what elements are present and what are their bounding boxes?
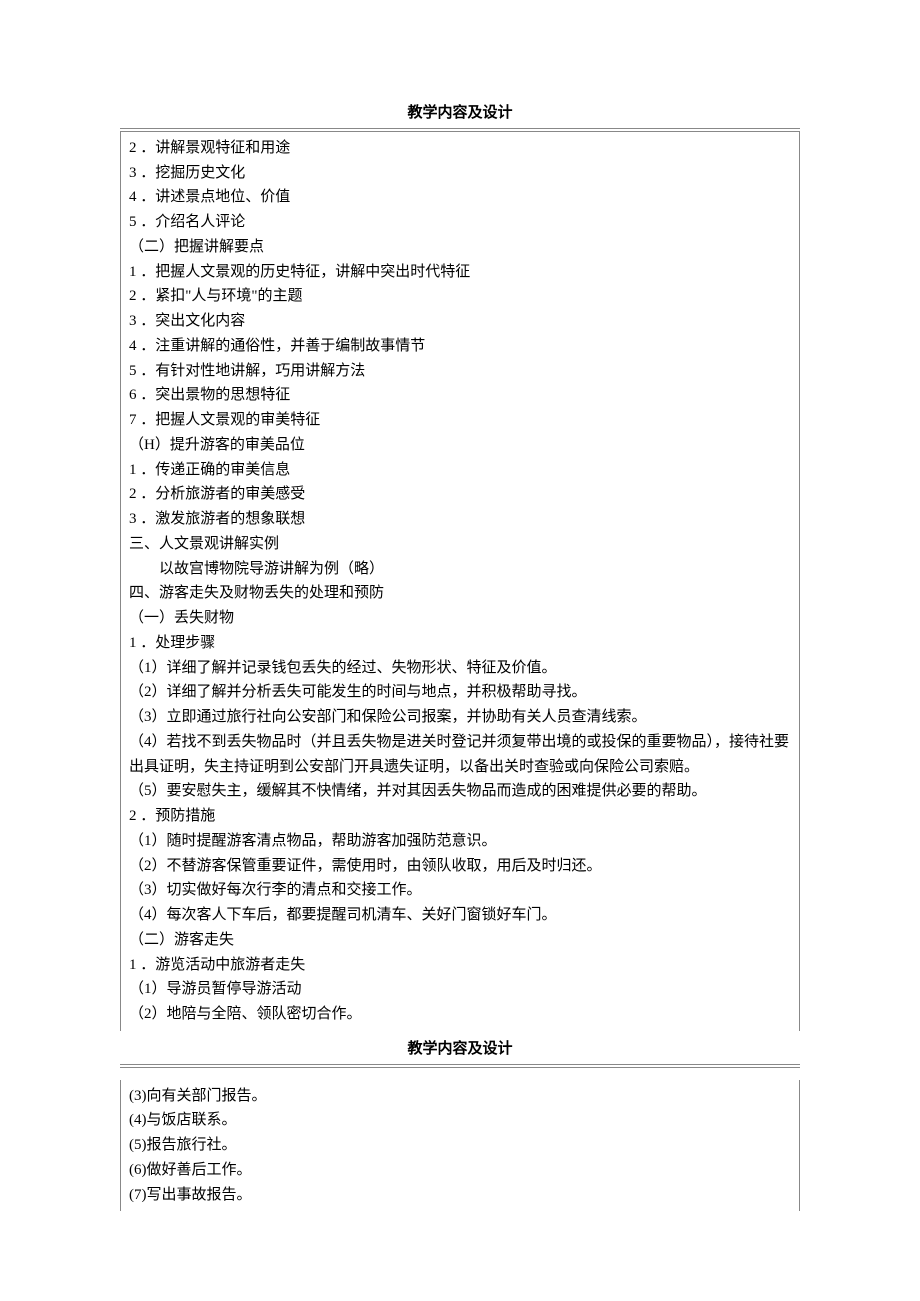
- text-line: （二）游客走失: [129, 928, 791, 953]
- text-line: 四、游客走失及财物丢失的处理和预防: [129, 581, 791, 606]
- content-box-1: 2 ．讲解景观特征和用途3 ．挖掘历史文化4 ．讲述景点地位、价值5 ．介绍名人…: [120, 132, 800, 1031]
- text-line: 以故宫博物院导游讲解为例（略）: [129, 557, 791, 582]
- text-line: 6 ．突出景物的思想特征: [129, 383, 791, 408]
- text-line: （H）提升游客的审美品位: [129, 433, 791, 458]
- text-line: 1 ．游览活动中旅游者走失: [129, 953, 791, 978]
- text-line: 3 ．挖掘历史文化: [129, 161, 791, 186]
- text-line: 1 ．处理步骤: [129, 631, 791, 656]
- text-line: (5)报告旅行社。: [129, 1133, 791, 1158]
- text-line: （3）立即通过旅行社向公安部门和保险公司报案，并协助有关人员查清线索。: [129, 705, 791, 730]
- text-line: 2 ．分析旅游者的审美感受: [129, 482, 791, 507]
- text-line: (7)写出事故报告。: [129, 1183, 791, 1208]
- section-title-2: 教学内容及设计: [120, 1037, 800, 1062]
- text-line: 3 ．突出文化内容: [129, 309, 791, 334]
- text-line: （5）要安慰失主，缓解其不快情绪，并对其因丢失物品而造成的困难提供必要的帮助。: [129, 779, 791, 804]
- text-line: 4 ．讲述景点地位、价值: [129, 185, 791, 210]
- text-line: （3）切实做好每次行李的清点和交接工作。: [129, 878, 791, 903]
- text-line: 1 ．传递正确的审美信息: [129, 458, 791, 483]
- text-line: 三、人文景观讲解实例: [129, 532, 791, 557]
- text-line: （2）不替游客保管重要证件，需使用时，由领队收取，用后及时归还。: [129, 854, 791, 879]
- text-line: （1）随时提醒游客清点物品，帮助游客加强防范意识。: [129, 829, 791, 854]
- text-line: （2）详细了解并分析丢失可能发生的时间与地点，并积极帮助寻找。: [129, 680, 791, 705]
- section-title-1: 教学内容及设计: [120, 101, 800, 126]
- text-line: (6)做好善后工作。: [129, 1158, 791, 1183]
- content-box-2: (3)向有关部门报告。(4)与饭店联系。(5)报告旅行社。(6)做好善后工作。(…: [120, 1080, 800, 1212]
- text-line: 1 ．把握人文景观的历史特征，讲解中突出时代特征: [129, 260, 791, 285]
- text-line: 2 ．预防措施: [129, 804, 791, 829]
- text-line: 5 ．有针对性地讲解，巧用讲解方法: [129, 359, 791, 384]
- text-line: （2）地陪与全陪、领队密切合作。: [129, 1002, 791, 1027]
- text-line: （4）每次客人下车后，都要提醒司机清车、关好门窗锁好车门。: [129, 903, 791, 928]
- page: 教学内容及设计 2 ．讲解景观特征和用途3 ．挖掘历史文化4 ．讲述景点地位、价…: [0, 0, 920, 1251]
- text-line: 3 ．激发旅游者的想象联想: [129, 507, 791, 532]
- text-line: 2 ．讲解景观特征和用途: [129, 136, 791, 161]
- text-line: （1）详细了解并记录钱包丢失的经过、失物形状、特征及价值。: [129, 656, 791, 681]
- text-line: (4)与饭店联系。: [129, 1108, 791, 1133]
- text-line: （4）若找不到丢失物品时（并且丢失物是进关时登记并须复带出境的或投保的重要物品）…: [129, 730, 791, 780]
- spacer: [120, 1068, 800, 1080]
- text-line: (3)向有关部门报告。: [129, 1084, 791, 1109]
- text-line: （1）导游员暂停导游活动: [129, 977, 791, 1002]
- text-line: （二）把握讲解要点: [129, 235, 791, 260]
- text-line: 2 ．紧扣"人与环境"的主题: [129, 284, 791, 309]
- text-line: 5 ．介绍名人评论: [129, 210, 791, 235]
- text-line: 7 ．把握人文景观的审美特征: [129, 408, 791, 433]
- text-line: （一）丢失财物: [129, 606, 791, 631]
- text-line: 4 ．注重讲解的通俗性，并善于编制故事情节: [129, 334, 791, 359]
